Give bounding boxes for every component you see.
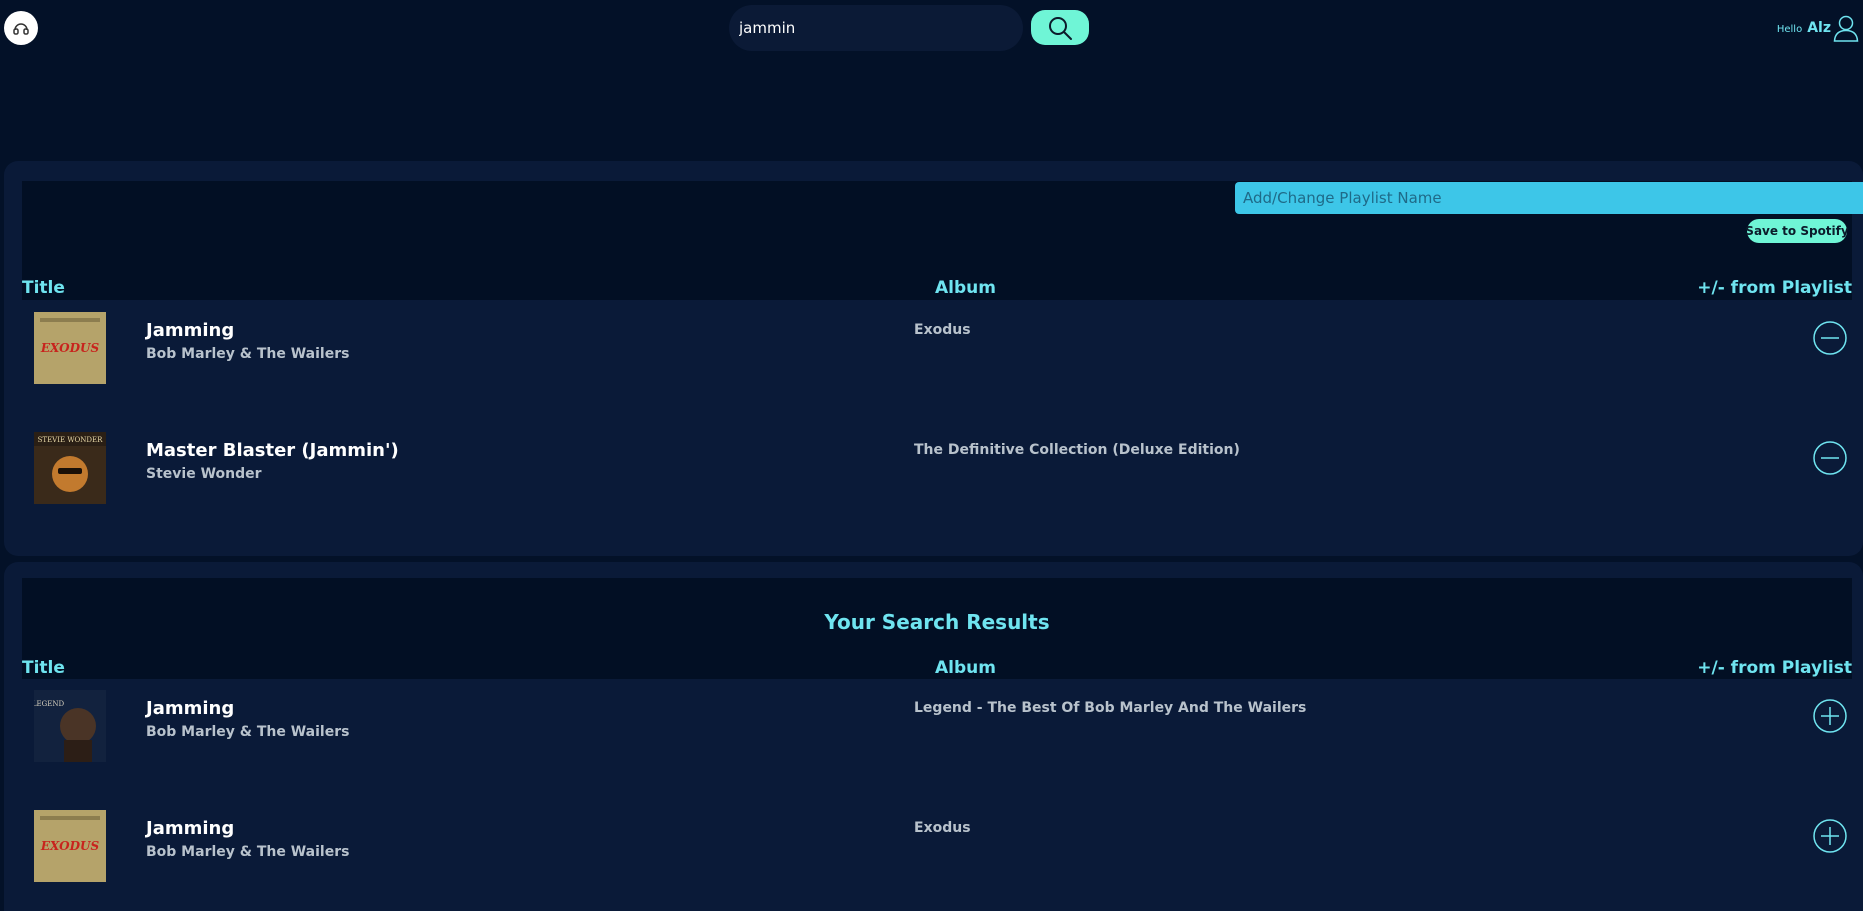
plus-circle-icon [1813,699,1847,733]
username: Alz [1807,20,1831,36]
app-logo[interactable] [4,11,38,45]
search-icon [1049,16,1072,40]
track-title: Jamming [146,818,235,839]
search-results-heading: Your Search Results [824,610,1050,634]
track-album: The Definitive Collection (Deluxe Editio… [914,442,1240,458]
playlist-name-input[interactable] [1235,182,1863,214]
search-results-header: Your Search Results Title Album +/- from… [22,578,1852,679]
column-header-album: Album [935,278,996,298]
search-button[interactable] [1031,10,1089,45]
track-album: Exodus [914,820,971,836]
user-profile-button[interactable] [1833,14,1859,46]
track-album: Legend - The Best Of Bob Marley And The … [914,700,1307,716]
minus-circle-icon [1813,441,1847,475]
svg-text:STEVIE WONDER: STEVIE WONDER [38,436,104,444]
album-cover-exodus: EXODUS [34,312,106,384]
user-icon [1833,15,1859,42]
playlist-header: Save to Spotify Title Album +/- from Pla… [22,181,1863,300]
svg-text:EXODUS: EXODUS [40,839,100,853]
add-to-playlist-button[interactable] [1812,818,1848,854]
playlist-track-row: EXODUS Jamming Bob Marley & The Wailers … [22,312,1852,412]
search-result-row: LEGEND Jamming Bob Marley & The Wailers … [22,690,1852,790]
album-cover-exodus: EXODUS [34,810,106,882]
column-header-action: +/- from Playlist [1697,278,1852,298]
column-header-album: Album [935,658,996,678]
search-input[interactable] [729,5,1023,51]
track-title: Master Blaster (Jammin') [146,440,399,461]
track-title: Jamming [146,320,235,341]
album-cover-legend: LEGEND [34,690,106,762]
save-to-spotify-button[interactable]: Save to Spotify [1745,219,1849,243]
track-artist: Bob Marley & The Wailers [146,844,350,860]
top-bar: Hello Alz [0,0,1863,60]
track-artist: Stevie Wonder [146,466,262,482]
svg-text:EXODUS: EXODUS [40,341,100,355]
playlist-panel: Save to Spotify Title Album +/- from Pla… [4,161,1863,556]
column-header-title: Title [22,658,65,678]
track-artist: Bob Marley & The Wailers [146,346,350,362]
column-header-action: +/- from Playlist [1697,658,1852,678]
plus-circle-icon [1813,819,1847,853]
column-header-title: Title [22,278,65,298]
minus-circle-icon [1813,321,1847,355]
greeting-text: Hello [1776,24,1803,35]
remove-from-playlist-button[interactable] [1812,320,1848,356]
track-artist: Bob Marley & The Wailers [146,724,350,740]
playlist-track-row: STEVIE WONDER Master Blaster (Jammin') S… [22,432,1852,532]
track-album: Exodus [914,322,971,338]
add-to-playlist-button[interactable] [1812,698,1848,734]
search-results-panel: Your Search Results Title Album +/- from… [4,562,1863,911]
user-greeting: Hello Alz [1777,20,1831,40]
headphones-icon [13,23,29,35]
search-result-row: EXODUS Jamming Bob Marley & The Wailers … [22,810,1852,910]
album-cover-definitive-collection: STEVIE WONDER [34,432,106,504]
remove-from-playlist-button[interactable] [1812,440,1848,476]
svg-text:LEGEND: LEGEND [34,700,64,708]
track-title: Jamming [146,698,235,719]
